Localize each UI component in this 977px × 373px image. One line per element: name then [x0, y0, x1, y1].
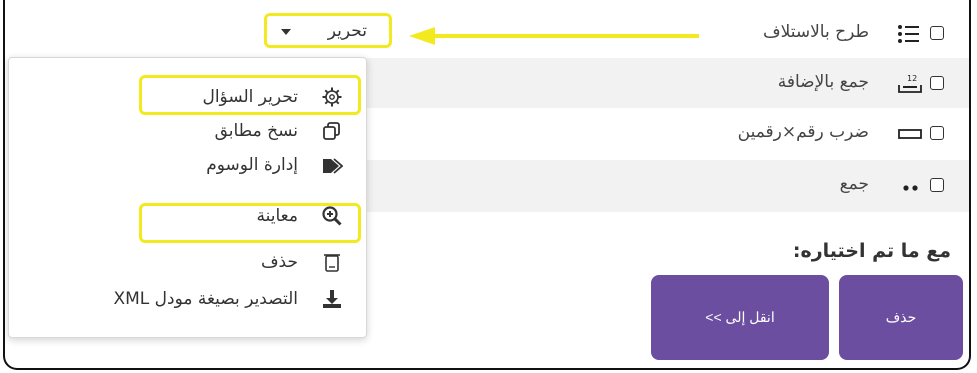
- copy-icon: [323, 122, 340, 140]
- dots-icon: [903, 185, 918, 191]
- menu-item-label: حذف: [260, 252, 298, 272]
- menu-item-label: معاينة: [256, 206, 298, 226]
- trash-icon: [324, 254, 340, 272]
- download-icon: [323, 290, 341, 308]
- question-name[interactable]: ضرب رقم×رقمين: [738, 122, 869, 142]
- question-name[interactable]: جمع بالإضافة: [778, 72, 869, 92]
- menu-item-label: نسخ مطابق: [214, 121, 298, 141]
- question-checkbox[interactable]: [930, 26, 944, 40]
- question-name[interactable]: طرح بالاستلاف: [763, 22, 869, 42]
- list-icon: [898, 25, 919, 43]
- delete-selected-button[interactable]: حذف: [839, 275, 963, 360]
- number-drop-icon: 12: [898, 74, 922, 93]
- caret-down-icon: [281, 29, 291, 35]
- edit-dropdown-label: تحرير: [327, 21, 367, 41]
- annotation-arrow-icon: [409, 27, 699, 45]
- menu-item-edit-question[interactable]: تحرير السؤال: [9, 80, 366, 114]
- menu-item-label: تحرير السؤال: [202, 87, 298, 107]
- menu-item-label: التصدير بصيغة مودل XML: [113, 289, 298, 309]
- question-checkbox[interactable]: [930, 126, 944, 140]
- question-checkbox[interactable]: [930, 76, 944, 90]
- question-name[interactable]: جمع: [840, 174, 869, 194]
- gear-icon: [322, 87, 342, 107]
- question-bank-panel: طرح بالاستلاف 12 جمع بالإضافة ضرب رقم×رق…: [3, 0, 971, 370]
- menu-item-label: إدارة الوسوم: [206, 155, 298, 175]
- edit-dropdown-menu: تحرير السؤال نسخ مطابق إدارة الوسوم معاي…: [8, 57, 367, 338]
- menu-item-manage-tags[interactable]: إدارة الوسوم: [9, 148, 366, 182]
- move-to-label: انقل إلى >>: [705, 309, 775, 325]
- menu-item-preview[interactable]: معاينة: [9, 199, 366, 233]
- menu-item-duplicate[interactable]: نسخ مطابق: [9, 114, 366, 148]
- menu-item-export-xml[interactable]: التصدير بصيغة مودل XML: [9, 282, 366, 316]
- input-box-icon: [898, 129, 922, 139]
- menu-item-delete[interactable]: حذف: [9, 245, 366, 279]
- question-checkbox[interactable]: [930, 178, 944, 192]
- edit-dropdown-button[interactable]: تحرير: [264, 13, 392, 48]
- svg-text:12: 12: [907, 74, 917, 83]
- tag-icon: [323, 158, 343, 174]
- with-selected-label: مع ما تم اختياره:: [792, 240, 951, 262]
- move-to-button[interactable]: انقل إلى >>: [651, 275, 829, 360]
- delete-selected-label: حذف: [885, 309, 917, 325]
- zoom-in-icon: [322, 206, 342, 226]
